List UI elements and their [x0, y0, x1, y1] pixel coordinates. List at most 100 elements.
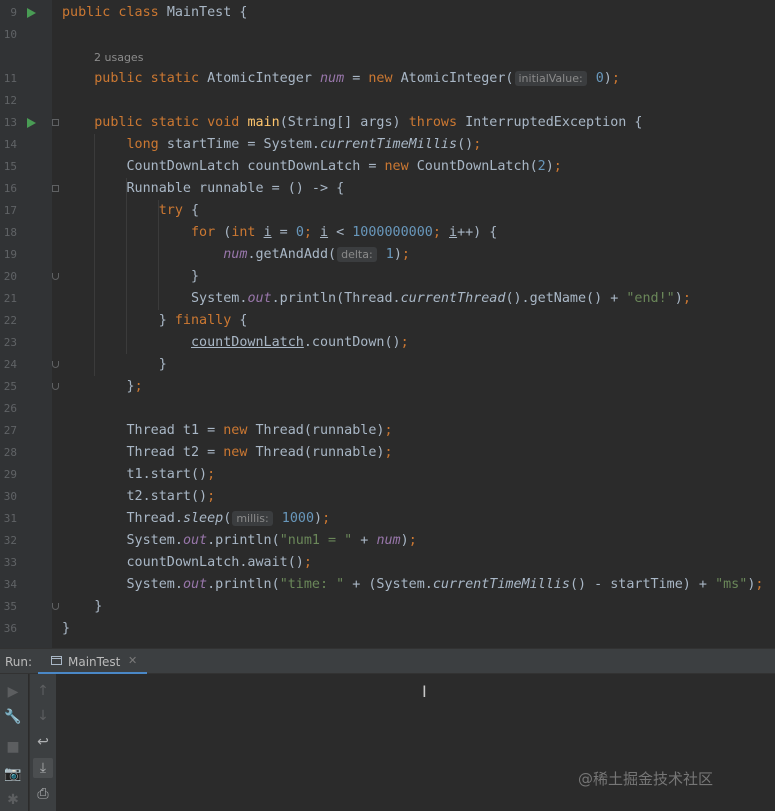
code-token: } [62, 313, 175, 328]
code-token: public static void [94, 115, 248, 130]
code-line[interactable]: t1.start(); [62, 464, 215, 486]
code-line[interactable]: Thread t2 = new Thread(runnable); [62, 442, 392, 464]
soft-wrap-icon[interactable]: ↩ [33, 732, 53, 752]
print-icon[interactable]: ⎙ [33, 784, 53, 804]
gutter-line: 10 [0, 24, 52, 46]
code-line[interactable]: System.out.println("time: " + (System.cu… [62, 574, 763, 596]
code-line[interactable]: countDownLatch.countDown(); [62, 332, 409, 354]
gutter-line: 12 [0, 90, 52, 112]
code-token: ; [322, 511, 331, 526]
code-token: } [62, 379, 135, 394]
rerun-icon[interactable]: ▶ [3, 682, 23, 702]
fold-marker-icon[interactable] [52, 361, 59, 368]
fold-marker-icon[interactable] [52, 383, 59, 390]
code-token: { [191, 203, 200, 218]
code-token: num [320, 71, 345, 86]
fold-marker-icon[interactable] [52, 185, 59, 192]
code-line[interactable]: Runnable runnable = () -> { [62, 178, 344, 200]
code-token: .getAndAdd( [247, 247, 337, 262]
code-token: i [320, 225, 329, 240]
code-token: Thread. [62, 511, 183, 526]
run-gutter-icon[interactable] [27, 8, 36, 18]
code-token: System. [62, 291, 248, 306]
code-token: ) [545, 159, 554, 174]
fold-marker-icon[interactable] [52, 273, 59, 280]
wrench-icon[interactable]: 🔧 [3, 707, 23, 727]
code-line[interactable]: } [62, 354, 167, 376]
run-tool-window-header: Run: MainTest ✕ [0, 648, 775, 675]
code-token: ) [393, 247, 402, 262]
code-token: public class [62, 5, 167, 20]
code-token: ; [401, 247, 410, 262]
code-token: InterruptedException { [465, 115, 643, 130]
bug-icon[interactable]: ✱ [3, 790, 23, 810]
line-number: 15 [3, 160, 17, 173]
code-token: Thread(runnable) [255, 445, 385, 460]
code-token: ; [553, 159, 562, 174]
code-line[interactable]: public static void main(String[] args) t… [62, 112, 643, 134]
code-line[interactable]: for (int i = 0; i < 1000000000; i++) { [62, 222, 497, 244]
camera-icon[interactable]: 📷 [3, 764, 23, 784]
gutter-line: 34 [0, 574, 52, 596]
code-line[interactable]: t2.start(); [62, 486, 215, 508]
code-token: ; [682, 291, 691, 306]
scroll-to-end-icon[interactable]: ⤓ [33, 758, 53, 778]
gutter-line: 35 [0, 596, 52, 618]
fold-marker-icon[interactable] [52, 119, 59, 126]
code-token: { [239, 313, 248, 328]
gutter-line: 28 [0, 442, 52, 464]
up-arrow-icon[interactable]: ↑ [33, 681, 53, 701]
gutter-line: 25 [0, 376, 52, 398]
code-token: 1000 [281, 511, 315, 526]
line-number: 35 [3, 600, 17, 613]
console-output[interactable]: I @稀土掘金技术社区 [56, 674, 775, 811]
code-token: (String[] args) [279, 115, 409, 130]
console-icon [51, 656, 62, 665]
tab-maintest[interactable]: MainTest ✕ [38, 649, 147, 675]
parameter-hint: delta: [337, 247, 377, 262]
code-line[interactable]: Thread t1 = new Thread(runnable); [62, 420, 392, 442]
code-line[interactable]: num.getAndAdd(delta: 1); [62, 244, 410, 266]
code-line[interactable]: } finally { [62, 310, 248, 332]
code-line[interactable]: Thread.sleep(millis: 1000); [62, 508, 330, 530]
code-line[interactable]: } [62, 596, 102, 618]
code-line[interactable]: System.out.println("num1 = " + num); [62, 530, 416, 552]
code-line[interactable]: countDownLatch.await(); [62, 552, 311, 574]
gutter-line: 33 [0, 552, 52, 574]
gutter-line: 21 [0, 288, 52, 310]
stop-icon[interactable]: ■ [3, 737, 23, 757]
gutter-line: 15 [0, 156, 52, 178]
code-token: System. [62, 577, 183, 592]
code-line[interactable]: public class MainTest { [62, 2, 247, 24]
code-line[interactable]: }; [62, 376, 142, 398]
code-token: "num1 = " [279, 533, 353, 548]
run-gutter-icon[interactable] [27, 118, 36, 128]
usage-hint[interactable]: 2 usages [94, 51, 143, 64]
text-cursor-icon: I [422, 682, 427, 701]
gutter-line: 36 [0, 618, 52, 640]
line-number: 27 [3, 424, 17, 437]
line-number: 14 [3, 138, 17, 151]
fold-marker-icon[interactable] [52, 603, 59, 610]
code-line[interactable]: try { [62, 200, 199, 222]
code-line[interactable]: public static AtomicInteger num = new At… [62, 68, 620, 90]
code-line[interactable]: } [62, 266, 199, 288]
close-icon[interactable]: ✕ [128, 654, 137, 667]
code-line[interactable]: } [62, 618, 70, 640]
down-arrow-icon[interactable]: ↓ [33, 706, 53, 726]
code-line[interactable]: System.out.println(Thread.currentThread(… [62, 288, 691, 310]
code-token: 2 [537, 159, 546, 174]
line-number: 31 [3, 512, 17, 525]
code-token: countDownLatch.await() [62, 555, 304, 570]
code-token: 1000000000 [352, 225, 433, 240]
code-token: try [158, 203, 191, 218]
code-token: + (System. [344, 577, 433, 592]
code-editor[interactable]: 9 10 11 12 13 14 15 16 17 18 19 20 21 22 23 24 25 26 27 28 2… [0, 0, 775, 648]
code-line[interactable]: long startTime = System.currentTimeMilli… [62, 134, 482, 156]
line-number: 23 [3, 336, 17, 349]
code-line[interactable]: CountDownLatch countDownLatch = new Coun… [62, 156, 562, 178]
